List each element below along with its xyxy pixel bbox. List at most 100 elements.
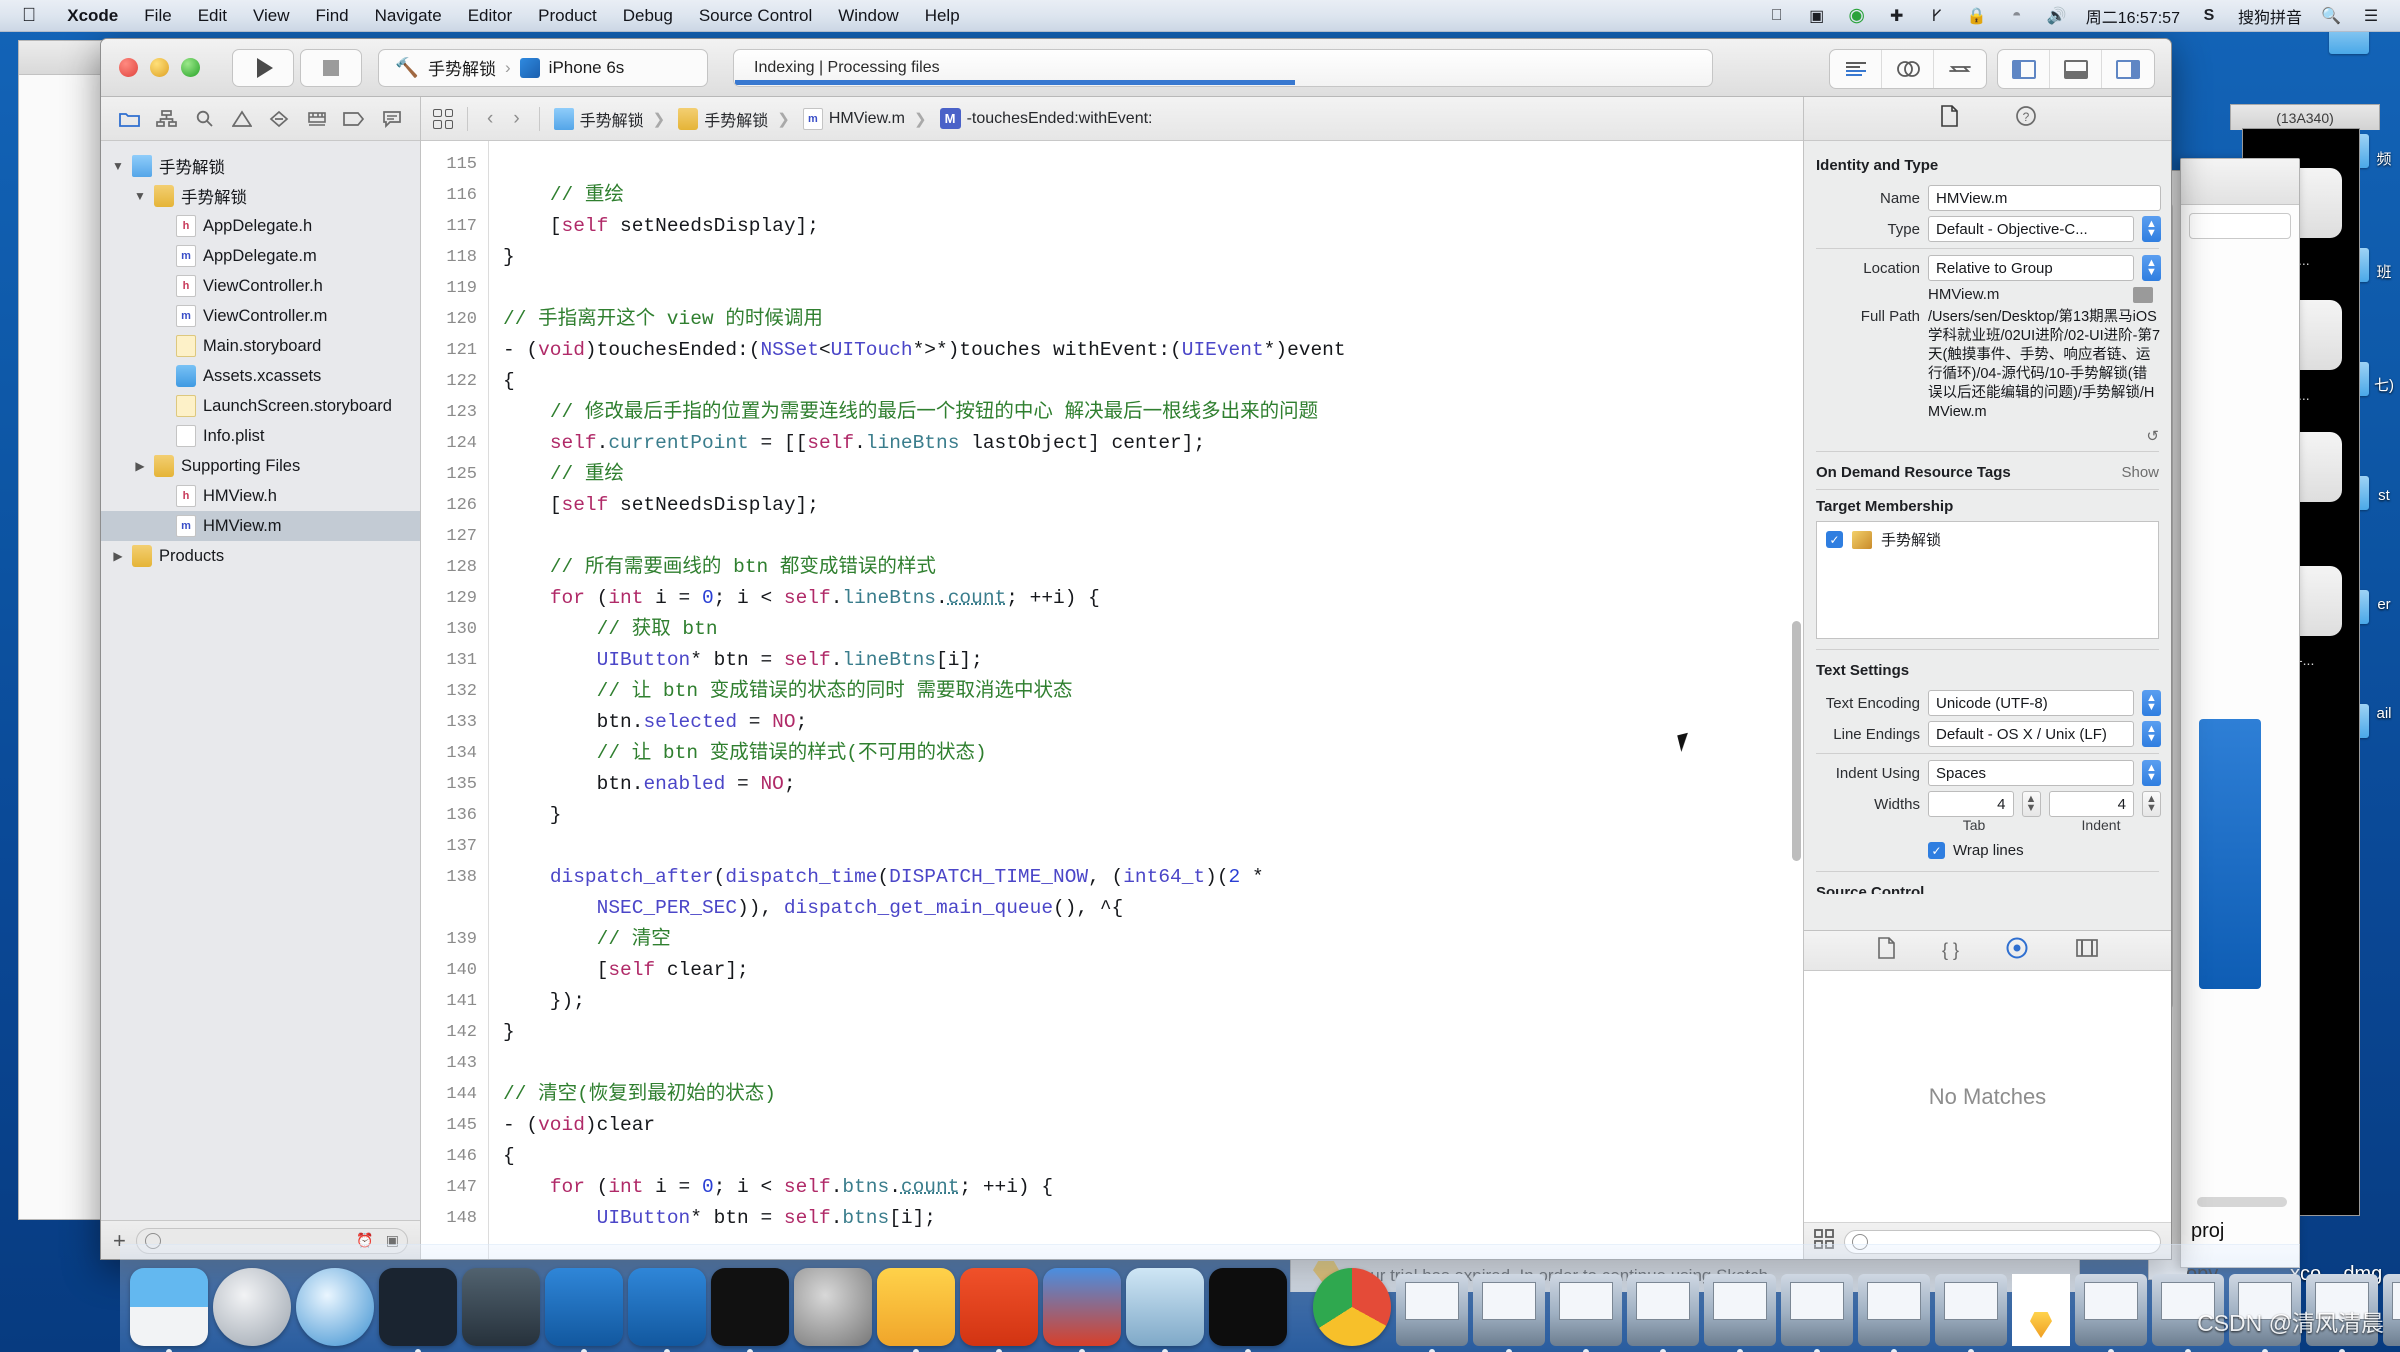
file-inspector-content[interactable]: Identity and Type Name HMView.m Type Def… <box>1804 141 2171 930</box>
jump-bar[interactable]: ‹ › 手势解锁 ❯ 手势解锁 ❯ m HMView.m ❯ <box>421 97 1803 141</box>
navigator-row-ViewController.m[interactable]: mViewController.m <box>101 301 420 331</box>
text-encoding-select[interactable]: Unicode (UTF-8) <box>1928 690 2134 716</box>
target-membership-row[interactable]: ✓ 手势解锁 <box>1817 522 2158 557</box>
checkbox-checked-icon[interactable]: ✓ <box>1826 531 1843 548</box>
text-encoding-row[interactable]: Text Encoding Unicode (UTF-8) ▲▼ <box>1804 690 2161 716</box>
close-button[interactable] <box>119 58 138 77</box>
project-navigator-icon[interactable] <box>115 105 143 133</box>
code-line[interactable]: { <box>503 366 1803 397</box>
dock-minimized-window[interactable] <box>1550 1274 1622 1346</box>
code-line[interactable]: [self setNeedsDisplay]; <box>503 211 1803 242</box>
code-line[interactable]: // 所有需要画线的 btn 都变成错误的样式 <box>503 552 1803 583</box>
inspector-tab-bar[interactable]: ? <box>1804 97 2171 141</box>
navigator-row-SupportingFiles[interactable]: ▶Supporting Files <box>101 451 420 481</box>
editor-scrollbar[interactable] <box>1792 621 1801 861</box>
dock-item-photos[interactable] <box>1126 1268 1204 1346</box>
menu-item-window[interactable]: Window <box>825 6 911 26</box>
menu-item-debug[interactable]: Debug <box>610 6 686 26</box>
standard-editor-icon[interactable] <box>1830 50 1882 88</box>
background-search-field[interactable] <box>2189 213 2291 239</box>
notification-center-icon[interactable]: ☰ <box>2360 6 2382 26</box>
tab-width-stepper[interactable]: ▲▼ <box>2022 791 2041 817</box>
dock-item-sketch[interactable] <box>877 1268 955 1346</box>
breadcrumb-group[interactable]: 手势解锁 ❯ <box>678 107 793 131</box>
screenflow-icon[interactable]: ⎕ <box>1766 6 1788 26</box>
window-controls[interactable] <box>101 58 200 77</box>
project-navigator-tree[interactable]: ▼手势解锁▼手势解锁hAppDelegate.hmAppDelegate.mhV… <box>101 141 420 1220</box>
source-code-text[interactable]: // 重绘 [self setNeedsDisplay];} // 手指离开这个… <box>489 141 1803 1260</box>
issue-navigator-icon[interactable] <box>228 105 256 133</box>
xcode-window[interactable]: 🔨 手势解锁 › iPhone 6s Indexing | Processing… <box>100 38 2172 1260</box>
chevron-updown-icon[interactable]: ▲▼ <box>2142 690 2161 716</box>
navigator-pane[interactable]: ▼手势解锁▼手势解锁hAppDelegate.hmAppDelegate.mhV… <box>101 97 421 1260</box>
code-snippet-library-icon[interactable]: { } <box>1942 940 1959 961</box>
dock-item-sogou-input[interactable] <box>1043 1268 1121 1346</box>
breadcrumb-project[interactable]: 手势解锁 ❯ <box>554 107 669 131</box>
navigator-row-[interactable]: ▼手势解锁 <box>101 151 420 181</box>
code-line[interactable] <box>503 521 1803 552</box>
search-icon[interactable]: 🔍 <box>2320 6 2342 26</box>
wifi-icon[interactable]: ◓ <box>2006 6 2028 26</box>
code-line[interactable]: - (void)clear <box>503 1110 1803 1141</box>
test-navigator-icon[interactable] <box>265 105 293 133</box>
widths-row[interactable]: Widths 4 ▲▼ 4 ▲▼ <box>1804 791 2161 817</box>
menu-item-file[interactable]: File <box>131 6 184 26</box>
on-demand-show-button[interactable]: Show <box>2121 464 2159 481</box>
navigator-row-HMView.m[interactable]: mHMView.m <box>101 511 420 541</box>
editor-mode-group[interactable] <box>1829 49 1987 89</box>
zoom-button[interactable] <box>181 58 200 77</box>
download-icon[interactable]: ◉ <box>1846 6 1868 26</box>
airplane-icon[interactable]: ✚ <box>1886 6 1908 26</box>
dock-item-finder[interactable] <box>130 1268 208 1346</box>
dock-item-photoshop[interactable] <box>960 1268 1038 1346</box>
file-template-library-icon[interactable] <box>1876 937 1896 964</box>
navigate-forward-button[interactable]: › <box>508 108 524 130</box>
type-row[interactable]: Type Default - Objective-C... ▲▼ <box>1804 216 2161 242</box>
disclosure-open-icon[interactable]: ▼ <box>133 189 147 203</box>
line-endings-select[interactable]: Default - OS X / Unix (LF) <box>1928 721 2134 747</box>
menu-bar-clock[interactable]: 周二16:57:57 <box>2086 4 2180 28</box>
menu-item-product[interactable]: Product <box>525 6 610 26</box>
dock-item-mouse-app[interactable] <box>379 1268 457 1346</box>
media-library-icon[interactable] <box>2075 938 2099 963</box>
related-items-icon[interactable] <box>433 109 453 129</box>
find-navigator-icon[interactable] <box>190 105 218 133</box>
bluetooth-icon[interactable]: 𐌖 <box>1926 6 1948 26</box>
code-line[interactable] <box>503 831 1803 862</box>
minimize-button[interactable] <box>150 58 169 77</box>
code-line[interactable]: } <box>503 800 1803 831</box>
xcode-toolbar[interactable]: 🔨 手势解锁 › iPhone 6s Indexing | Processing… <box>101 39 2171 97</box>
target-membership-list[interactable]: ✓ 手势解锁 <box>1816 521 2159 639</box>
code-line[interactable]: // 让 btn 变成错误的样式(不可用的状态) <box>503 738 1803 769</box>
code-line[interactable]: } <box>503 1017 1803 1048</box>
code-line[interactable]: [self setNeedsDisplay]; <box>503 490 1803 521</box>
sogou-badge-icon[interactable]: S <box>2198 6 2220 26</box>
chevron-updown-icon[interactable]: ▲▼ <box>2142 721 2161 747</box>
scheme-name[interactable]: 手势解锁 <box>428 55 496 80</box>
dock-minimized-window[interactable] <box>1396 1274 1468 1346</box>
dock-minimized-window[interactable] <box>1858 1274 1930 1346</box>
indent-using-select[interactable]: Spaces <box>1928 760 2134 786</box>
navigator-row-ViewController.h[interactable]: hViewController.h <box>101 271 420 301</box>
dock-minimized-window[interactable] <box>1704 1274 1776 1346</box>
reveal-in-finder-icon[interactable]: ↺ <box>1804 427 2171 445</box>
navigate-back-button[interactable]: ‹ <box>482 108 498 130</box>
utilities-pane[interactable]: ? Identity and Type Name HMView.m Type D… <box>1803 97 2171 1260</box>
menu-item-navigate[interactable]: Navigate <box>362 6 455 26</box>
dock-minimized-window[interactable] <box>2075 1274 2147 1346</box>
breadcrumb-file[interactable]: m HMView.m ❯ <box>803 108 930 130</box>
location-row[interactable]: Location Relative to Group ▲▼ <box>1804 255 2161 281</box>
navigator-row-LaunchScreen.storyboard[interactable]: LaunchScreen.storyboard <box>101 391 420 421</box>
assistant-editor-icon[interactable] <box>1882 50 1934 88</box>
breadcrumb-method[interactable]: M -touchesEnded:withEvent: <box>940 108 1153 129</box>
breakpoint-navigator-icon[interactable] <box>340 105 368 133</box>
run-button[interactable] <box>232 49 294 87</box>
symbol-navigator-icon[interactable] <box>153 105 181 133</box>
indent-using-row[interactable]: Indent Using Spaces ▲▼ <box>1804 760 2161 786</box>
menu-item-find[interactable]: Find <box>303 6 362 26</box>
code-line[interactable]: // 手指离开这个 view 的时候调用 <box>503 304 1803 335</box>
navigator-row-AppDelegate.h[interactable]: hAppDelegate.h <box>101 211 420 241</box>
code-line[interactable]: for (int i = 0; i < self.lineBtns.count;… <box>503 583 1803 614</box>
code-line[interactable]: UIButton* btn = self.btns[i]; <box>503 1203 1803 1234</box>
stop-button[interactable] <box>300 49 362 87</box>
